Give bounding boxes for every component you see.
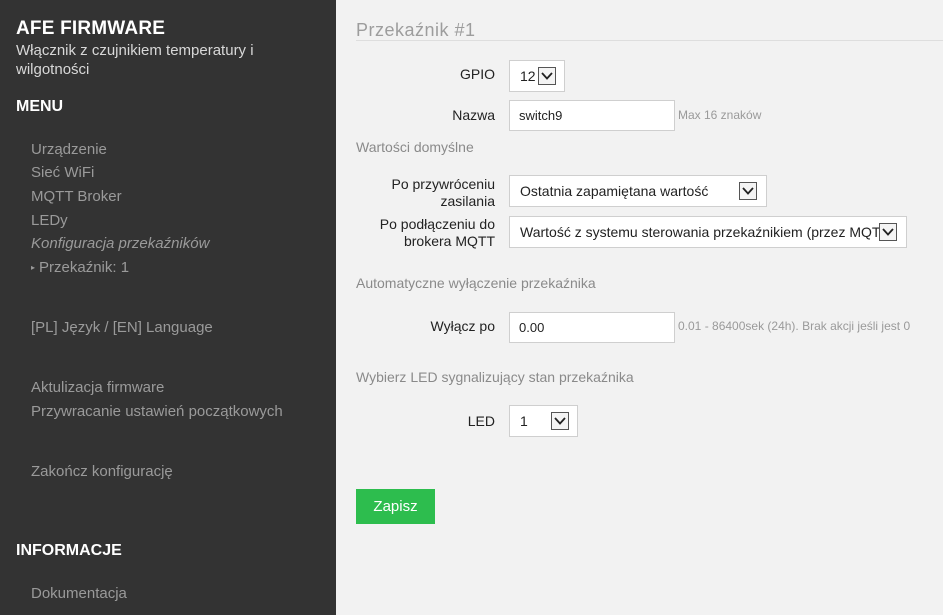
off-after-label: Wyłącz po xyxy=(430,318,495,334)
name-label: Nazwa xyxy=(452,107,495,123)
nav-item-firmware-update[interactable]: Aktulizacja firmware xyxy=(31,379,164,396)
sidebar: AFE FIRMWARE Włącznik z czujnikiem tempe… xyxy=(0,0,336,615)
title-divider xyxy=(356,40,943,41)
gpio-select[interactable]: 12 xyxy=(509,60,565,92)
gpio-value: 12 xyxy=(520,68,536,84)
save-button[interactable]: Zapisz xyxy=(356,489,435,524)
defaults-heading: Wartości domyślne xyxy=(356,139,474,155)
brand-subtitle: Włącznik z czujnikiem temperatury i wilg… xyxy=(16,42,254,78)
page-title: Przekaźnik #1 xyxy=(356,20,476,40)
broker-connect-label: Po podłączeniu do brokera MQTT xyxy=(379,216,495,249)
gpio-label: GPIO xyxy=(459,66,495,82)
chevron-down-icon xyxy=(739,182,757,200)
chevron-down-icon xyxy=(879,223,897,241)
off-after-hint: 0.01 - 86400sek (24h). Brak akcji jeśli … xyxy=(678,319,911,333)
power-restore-value: Ostatnia zapamiętana wartość xyxy=(520,183,709,199)
led-select[interactable]: 1 xyxy=(509,405,578,437)
nav-item-leds[interactable]: LEDy xyxy=(31,212,68,229)
auto-off-heading: Automatyczne wyłączenie przekaźnika xyxy=(356,275,596,291)
nav-item-docs[interactable]: Dokumentacja xyxy=(31,585,127,602)
broker-connect-value: Wartość z systemu sterowania przekaźniki… xyxy=(520,224,894,240)
broker-connect-select[interactable]: Wartość z systemu sterowania przekaźniki… xyxy=(509,216,907,248)
chevron-down-icon xyxy=(551,412,569,430)
nav-item-language[interactable]: [PL] Język / [EN] Language xyxy=(31,319,213,336)
main-content: Przekaźnik #1 GPIO 12 Nazwa Max 16 znakó… xyxy=(336,0,943,615)
nav-item-relays-config[interactable]: Konfiguracja przekaźników xyxy=(31,235,209,252)
chevron-down-icon xyxy=(538,67,556,85)
name-hint: Max 16 znaków xyxy=(678,108,762,122)
led-heading: Wybierz LED sygnalizujący stan przekaźni… xyxy=(356,369,634,385)
brand-title: AFE FIRMWARE xyxy=(16,18,166,39)
off-after-input[interactable] xyxy=(509,312,675,343)
nav-item-finish[interactable]: Zakończ konfigurację xyxy=(31,463,173,480)
info-heading: INFORMACJE xyxy=(16,542,122,559)
bullet-icon: ▸ xyxy=(31,263,36,272)
led-label: LED xyxy=(467,413,495,429)
nav-item-relay-1[interactable]: ▸ Przekaźnik: 1 xyxy=(31,259,129,276)
power-restore-select[interactable]: Ostatnia zapamiętana wartość xyxy=(509,175,767,207)
nav-item-factory-reset[interactable]: Przywracanie ustawień początkowych xyxy=(31,403,283,420)
nav-item-device[interactable]: Urządzenie xyxy=(31,141,107,158)
nav-item-wifi[interactable]: Sieć WiFi xyxy=(31,164,94,181)
menu-heading: MENU xyxy=(16,98,64,115)
name-input[interactable] xyxy=(509,100,675,131)
nav-item-relay-1-label: Przekaźnik: 1 xyxy=(39,259,130,276)
led-value: 1 xyxy=(520,413,528,429)
nav-item-mqtt[interactable]: MQTT Broker xyxy=(31,188,122,205)
power-restore-label: Po przywróceniu zasilania xyxy=(391,176,496,209)
